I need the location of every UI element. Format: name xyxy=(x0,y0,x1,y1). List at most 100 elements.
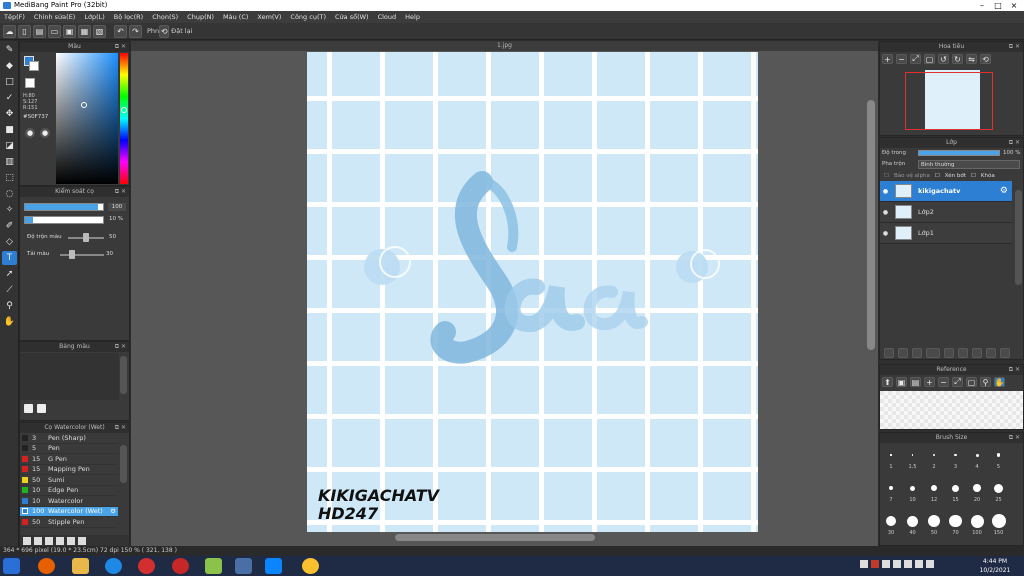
rotate-right-icon[interactable]: ↻ xyxy=(952,54,963,64)
brush-size-dot[interactable] xyxy=(928,515,940,527)
document-canvas[interactable]: KIKIGACHATV HD247 xyxy=(307,52,758,532)
check-tool-icon[interactable]: ✓ xyxy=(2,91,17,105)
brush-size-dot[interactable] xyxy=(889,486,893,490)
menu-select[interactable]: Chọn(S) xyxy=(152,13,178,21)
panel-expand-icon[interactable]: ⧉ ✕ xyxy=(1009,365,1020,375)
layer-row[interactable]: ● Lớp2 xyxy=(880,202,1012,223)
eye-icon[interactable]: ● xyxy=(880,188,891,195)
layer-opacity-slider[interactable] xyxy=(918,150,1000,156)
brush-item[interactable]: 50 Stipple Pen xyxy=(20,517,118,528)
shape-tool-icon[interactable]: □ xyxy=(2,75,17,89)
cloud-icon[interactable]: ☁ xyxy=(3,24,16,38)
brush-settings-icon[interactable]: ⚙ xyxy=(110,507,116,515)
reset-icon[interactable]: ⟲ xyxy=(980,54,991,64)
palette-mode-icon[interactable]: ● xyxy=(40,128,50,138)
fit-icon[interactable]: ⤢ xyxy=(952,377,963,387)
start-icon[interactable] xyxy=(3,558,20,574)
brush-tool-icon[interactable]: ✎ xyxy=(2,43,17,57)
brush-item[interactable]: 5 Pen xyxy=(20,444,118,454)
menu-layer[interactable]: Lớp(L) xyxy=(84,13,104,21)
minimize-icon[interactable]: – xyxy=(974,0,990,11)
menu-color[interactable]: Màu (C) xyxy=(223,13,248,21)
select-eraser-tool-icon[interactable]: ◇ xyxy=(2,235,17,249)
layer-blend-select[interactable]: Bình thường xyxy=(918,159,1020,169)
brush-size-dot[interactable] xyxy=(886,516,896,526)
eyedropper-icon[interactable]: ⚲ xyxy=(980,377,991,387)
layer-row[interactable]: ● Lớp1 xyxy=(880,223,1012,244)
panel-expand-icon[interactable]: ⧉ ✕ xyxy=(115,42,126,52)
brush-list-scrollbar[interactable] xyxy=(120,445,127,483)
panel-expand-icon[interactable]: ⧉ ✕ xyxy=(1009,433,1020,443)
operation-tool-icon[interactable]: ➚ xyxy=(2,267,17,281)
divide-tool-icon[interactable]: ⟋ xyxy=(2,283,17,297)
brush-copy-icon[interactable] xyxy=(34,536,42,545)
duplicate-layer-icon[interactable] xyxy=(958,347,968,358)
new-1bit-layer-icon[interactable] xyxy=(926,347,940,358)
lock-checkbox[interactable]: ☐ xyxy=(971,173,976,179)
protect-alpha-checkbox[interactable]: ☐ xyxy=(884,173,889,179)
brush-size-dot[interactable] xyxy=(994,483,1003,493)
brush-size-dot[interactable] xyxy=(949,514,962,528)
gradient-tool-icon[interactable]: ▥ xyxy=(2,155,17,169)
close-icon[interactable]: × xyxy=(1006,0,1022,11)
select-pen-tool-icon[interactable]: ✐ xyxy=(2,219,17,233)
file-explorer-icon[interactable] xyxy=(72,558,89,574)
brush-import-icon[interactable] xyxy=(45,536,53,545)
eraser-tool-icon[interactable]: ◆ xyxy=(2,59,17,73)
tray-icon[interactable] xyxy=(904,560,912,568)
folder-icon[interactable]: ▤ xyxy=(910,377,921,387)
brush-size-dot[interactable] xyxy=(933,454,935,456)
save-icon[interactable]: ▤ xyxy=(33,24,46,38)
palette-add-icon[interactable]: ● xyxy=(25,128,35,138)
actual-size-icon[interactable]: ▢ xyxy=(924,54,935,64)
panel-expand-icon[interactable]: ⧉ ✕ xyxy=(1009,138,1020,148)
panel-expand-icon[interactable]: ⧉ ✕ xyxy=(1009,42,1020,52)
tray-icon[interactable] xyxy=(926,560,934,568)
brush-item-selected[interactable]: 100 Watercolor (Wet) ⚙ xyxy=(20,506,118,517)
tray-icon[interactable] xyxy=(860,560,868,568)
density-slider-handle[interactable] xyxy=(69,250,75,259)
chrome-icon[interactable] xyxy=(302,558,319,574)
tray-icon[interactable] xyxy=(915,560,923,568)
delete-layer-icon[interactable] xyxy=(986,347,996,358)
brush-size-dot[interactable] xyxy=(910,485,915,491)
menu-file[interactable]: Tệp(F) xyxy=(4,13,25,21)
brush-size-dot[interactable] xyxy=(890,454,892,456)
document-tab[interactable]: 1.jpg xyxy=(131,41,878,51)
hue-slider[interactable] xyxy=(120,53,128,184)
open-icon[interactable]: ▣ xyxy=(63,24,76,38)
brush-size-dot[interactable] xyxy=(970,514,984,528)
menu-window[interactable]: Cửa sổ(W) xyxy=(335,13,369,21)
saturation-value-picker[interactable] xyxy=(56,53,118,184)
actual-size-icon[interactable]: ▢ xyxy=(966,377,977,387)
brush-cloud-icon[interactable] xyxy=(56,536,64,545)
opacity-slider[interactable] xyxy=(24,216,104,224)
layer-menu-icon[interactable] xyxy=(1000,347,1010,358)
zoom-in-icon[interactable]: + xyxy=(924,377,935,387)
brush-size-dot[interactable] xyxy=(952,484,959,492)
reference-view[interactable] xyxy=(880,391,1023,429)
zoom-out-icon[interactable]: − xyxy=(938,377,949,387)
background-color-swatch[interactable] xyxy=(29,61,39,71)
brush-delete-icon[interactable] xyxy=(78,536,86,545)
flip-icon[interactable]: ⇋ xyxy=(966,54,977,64)
size-slider[interactable] xyxy=(24,203,104,211)
hand-icon[interactable]: ✋ xyxy=(994,377,1005,387)
brush-item[interactable]: 3 Pen (Sharp) xyxy=(20,433,118,444)
menu-view[interactable]: Xem(V) xyxy=(257,13,281,21)
zoom-out-icon[interactable]: − xyxy=(896,54,907,64)
undo-icon[interactable]: ↶ xyxy=(114,24,127,38)
zalo-icon[interactable] xyxy=(265,558,282,574)
select-tool-icon[interactable]: ⬚ xyxy=(2,171,17,185)
rotate-reset-label[interactable]: Đặt lại xyxy=(171,27,192,35)
brush-item[interactable]: 15 Mapping Pen xyxy=(20,465,118,475)
eyedropper-tool-icon[interactable]: ⚲ xyxy=(2,299,17,313)
canvas-vertical-scrollbar[interactable] xyxy=(867,100,875,350)
panel-expand-icon[interactable]: ⧉ ✕ xyxy=(115,342,126,352)
lasso-tool-icon[interactable]: ◌ xyxy=(2,187,17,201)
maximize-icon[interactable]: □ xyxy=(990,0,1006,11)
brush-size-dot[interactable] xyxy=(973,484,981,492)
fill-rect-tool-icon[interactable]: ■ xyxy=(2,123,17,137)
new-8bit-layer-icon[interactable] xyxy=(912,347,922,358)
palette-delete-icon[interactable] xyxy=(37,404,46,413)
